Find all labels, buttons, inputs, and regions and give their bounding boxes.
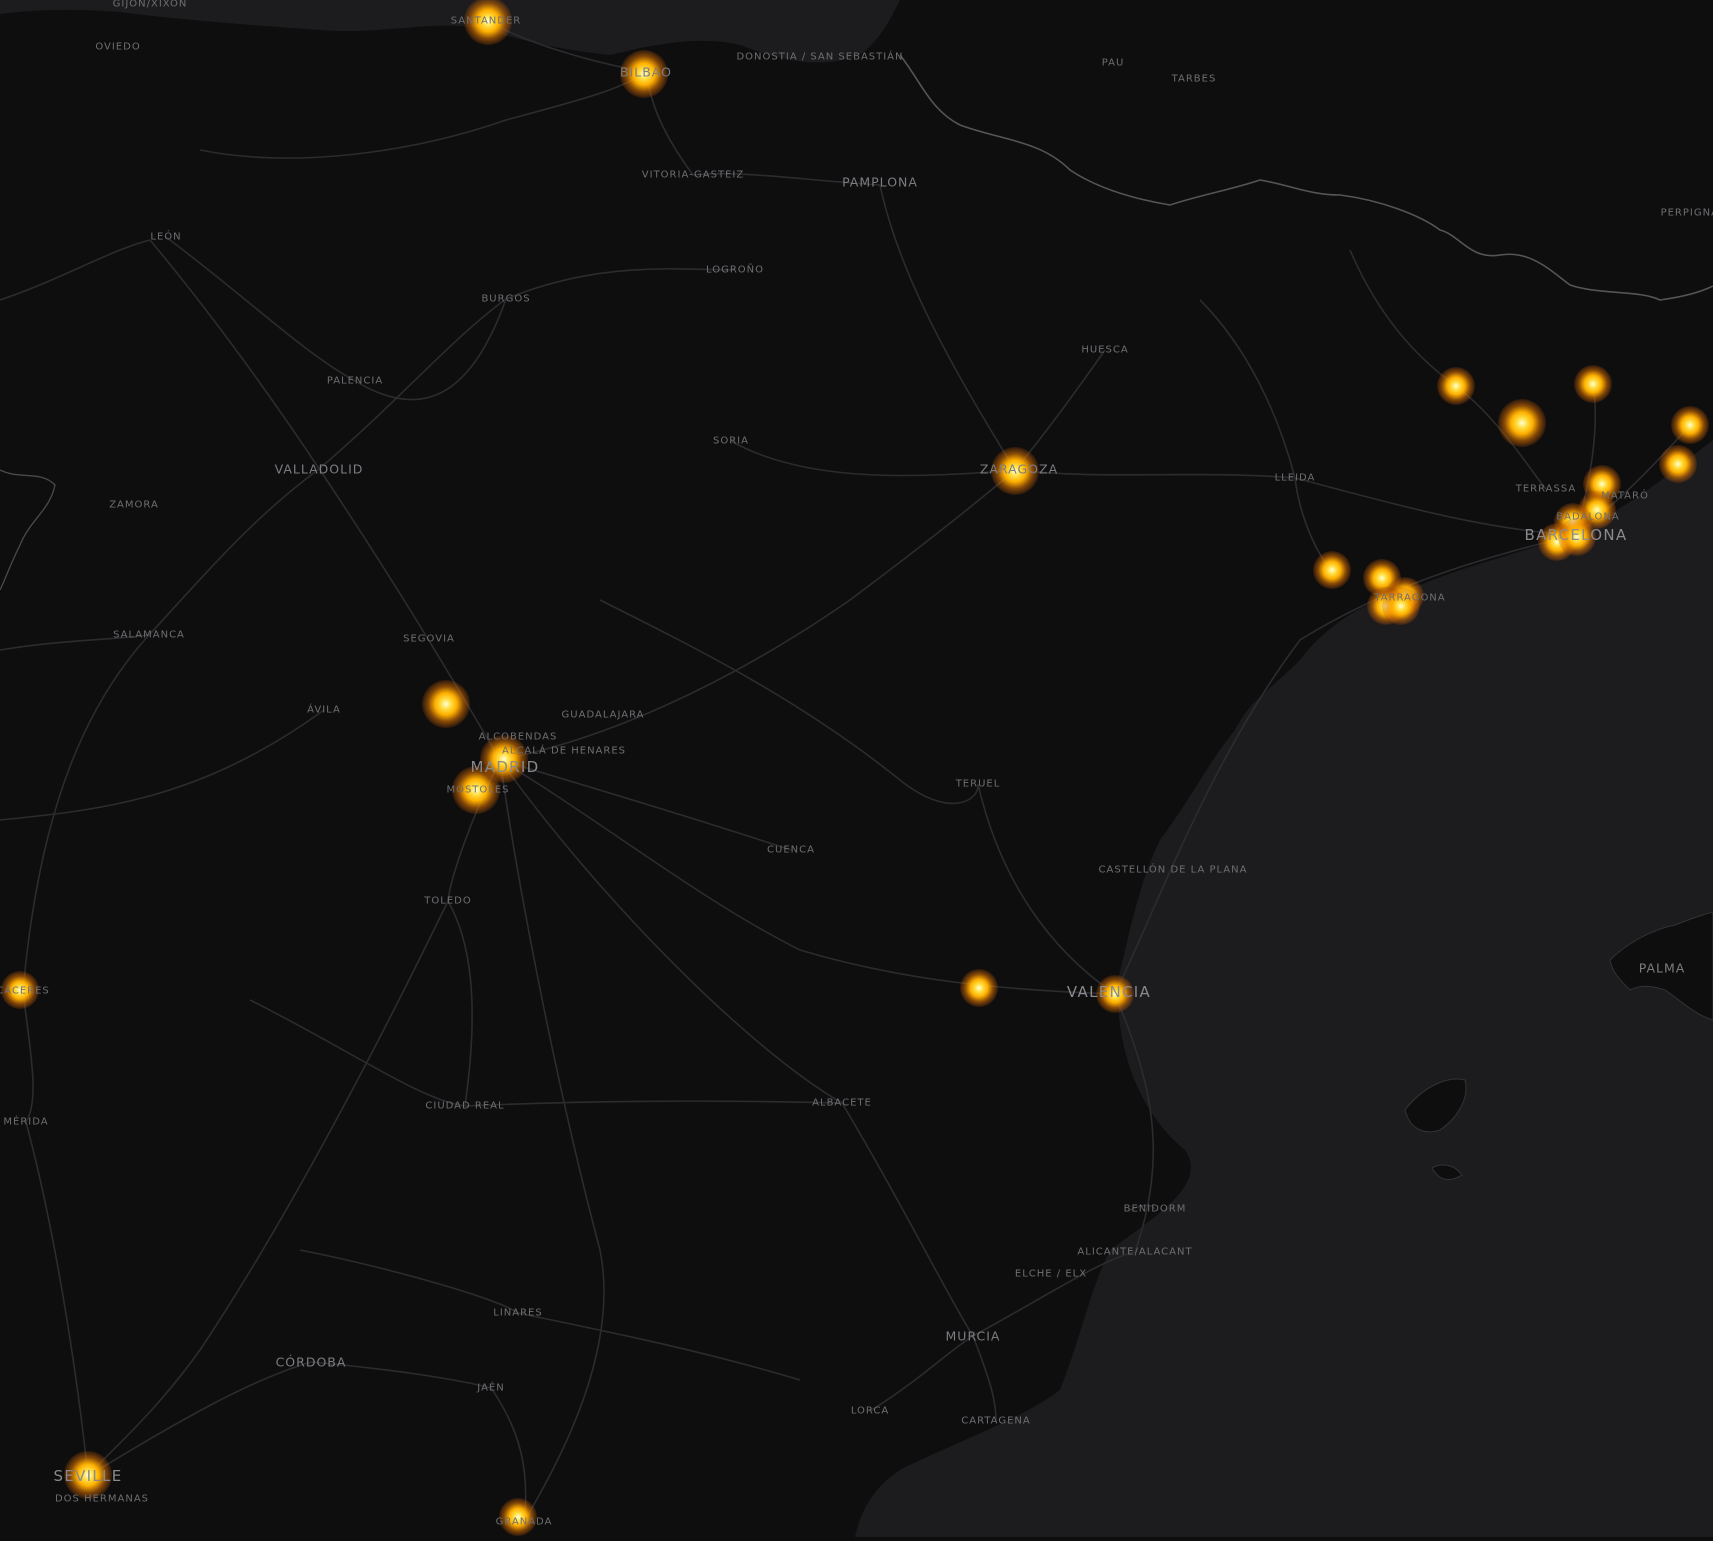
heat-hotspot bbox=[1313, 551, 1351, 589]
city-label-elche: ELCHE / ELX bbox=[1014, 1268, 1088, 1280]
city-label-valencia: VALENCIA bbox=[1066, 983, 1152, 1001]
city-label-teruel: TERUEL bbox=[955, 778, 1001, 790]
city-label-seville: SEVILLE bbox=[53, 1467, 123, 1485]
city-label-cartagena: CARTAGENA bbox=[961, 1415, 1031, 1427]
city-label-madrid: MADRID bbox=[470, 758, 540, 776]
city-label-pamplona: PAMPLONA bbox=[842, 174, 918, 190]
heat-hotspot bbox=[1574, 365, 1612, 403]
city-label-cordoba: CÓRDOBA bbox=[275, 1354, 347, 1370]
city-label-albacete: ALBACETE bbox=[812, 1097, 872, 1109]
city-label-avila: ÁVILA bbox=[307, 704, 341, 716]
city-label-linares: LINARES bbox=[493, 1307, 543, 1319]
city-label-zamora: ZAMORA bbox=[109, 499, 159, 511]
heat-hotspot bbox=[422, 680, 470, 728]
city-label-mostoles: MÓSTOLES bbox=[446, 784, 510, 796]
city-label-mataro: MATARÓ bbox=[1601, 490, 1649, 502]
city-label-badalona: BADALONA bbox=[1556, 511, 1620, 523]
city-label-oviedo: OVIEDO bbox=[95, 41, 141, 53]
heat-hotspot bbox=[1498, 399, 1546, 447]
city-label-palma: PALMA bbox=[1638, 960, 1686, 976]
basemap bbox=[0, 0, 1713, 1537]
map-canvas[interactable]: GIJÓN/XIXÓN OVIEDO SANTANDER BILBAO DONOSTIA… bbox=[0, 0, 1713, 1537]
city-label-burgos: BURGOS bbox=[481, 293, 531, 305]
city-label-merida: MÉRIDA bbox=[3, 1116, 49, 1128]
city-label-cuenca: CUENCA bbox=[767, 844, 815, 856]
city-label-vitoria: VITORIA-GASTEIZ bbox=[641, 169, 745, 181]
city-label-donostia: DONOSTIA / SAN SEBASTIÁN bbox=[736, 51, 904, 63]
city-label-castellon: CASTELLÓN DE LA PLANA bbox=[1098, 864, 1248, 876]
heat-hotspot bbox=[1671, 406, 1709, 444]
city-label-santander: SANTANDER bbox=[450, 15, 522, 27]
city-label-leon: LEÓN bbox=[150, 231, 182, 243]
city-label-tarragona: TARRAGONA bbox=[1374, 592, 1446, 604]
city-label-guadalajara: GUADALAJARA bbox=[561, 709, 645, 721]
heat-hotspot bbox=[1437, 367, 1475, 405]
city-label-terrassa: TERRASSA bbox=[1515, 483, 1577, 495]
city-label-perpignan: PERPIGNAN bbox=[1660, 207, 1713, 219]
city-label-soria: SORIA bbox=[713, 435, 749, 447]
heat-hotspot bbox=[960, 969, 998, 1007]
city-label-benidorm: BENIDORM bbox=[1123, 1203, 1187, 1215]
city-label-caceres: CÁCERES bbox=[0, 985, 50, 997]
city-label-bilbao: BILBAO bbox=[620, 64, 672, 80]
city-label-doshermanas: DOS HERMANAS bbox=[54, 1493, 150, 1505]
city-label-toledo: TOLEDO bbox=[424, 895, 472, 907]
city-label-granada: GRANADA bbox=[495, 1516, 553, 1528]
city-label-huesca: HUESCA bbox=[1081, 344, 1129, 356]
city-label-segovia: SEGOVIA bbox=[403, 633, 455, 645]
city-label-zaragoza: ZARAGOZA bbox=[979, 461, 1059, 477]
city-label-ciudadreal: CIUDAD REAL bbox=[425, 1100, 505, 1112]
city-label-murcia: MURCIA bbox=[945, 1328, 1001, 1344]
city-label-valladolid: VALLADOLID bbox=[274, 461, 364, 477]
city-label-palencia: PALENCIA bbox=[326, 375, 384, 387]
city-label-salamanca: SALAMANCA bbox=[113, 629, 185, 641]
city-label-lorca: LORCA bbox=[850, 1405, 890, 1417]
city-label-alcala: ALCALÁ DE HENARES bbox=[501, 745, 627, 757]
city-label-gijon: GIJÓN/XIXÓN bbox=[112, 0, 188, 10]
city-label-lleida: LLEIDA bbox=[1274, 472, 1316, 484]
city-label-tarbes: TARBES bbox=[1171, 73, 1217, 85]
city-label-alicante: ALICANTE/ALACANT bbox=[1077, 1246, 1193, 1258]
city-label-pau: PAU bbox=[1101, 57, 1125, 69]
city-label-barcelona: BARCELONA bbox=[1524, 526, 1628, 544]
city-label-alcobendas: ALCOBENDAS bbox=[478, 731, 558, 743]
city-label-logrono: LOGROÑO bbox=[705, 264, 765, 276]
heat-hotspot bbox=[1659, 445, 1697, 483]
city-label-jaen: JAÉN bbox=[477, 1382, 505, 1394]
